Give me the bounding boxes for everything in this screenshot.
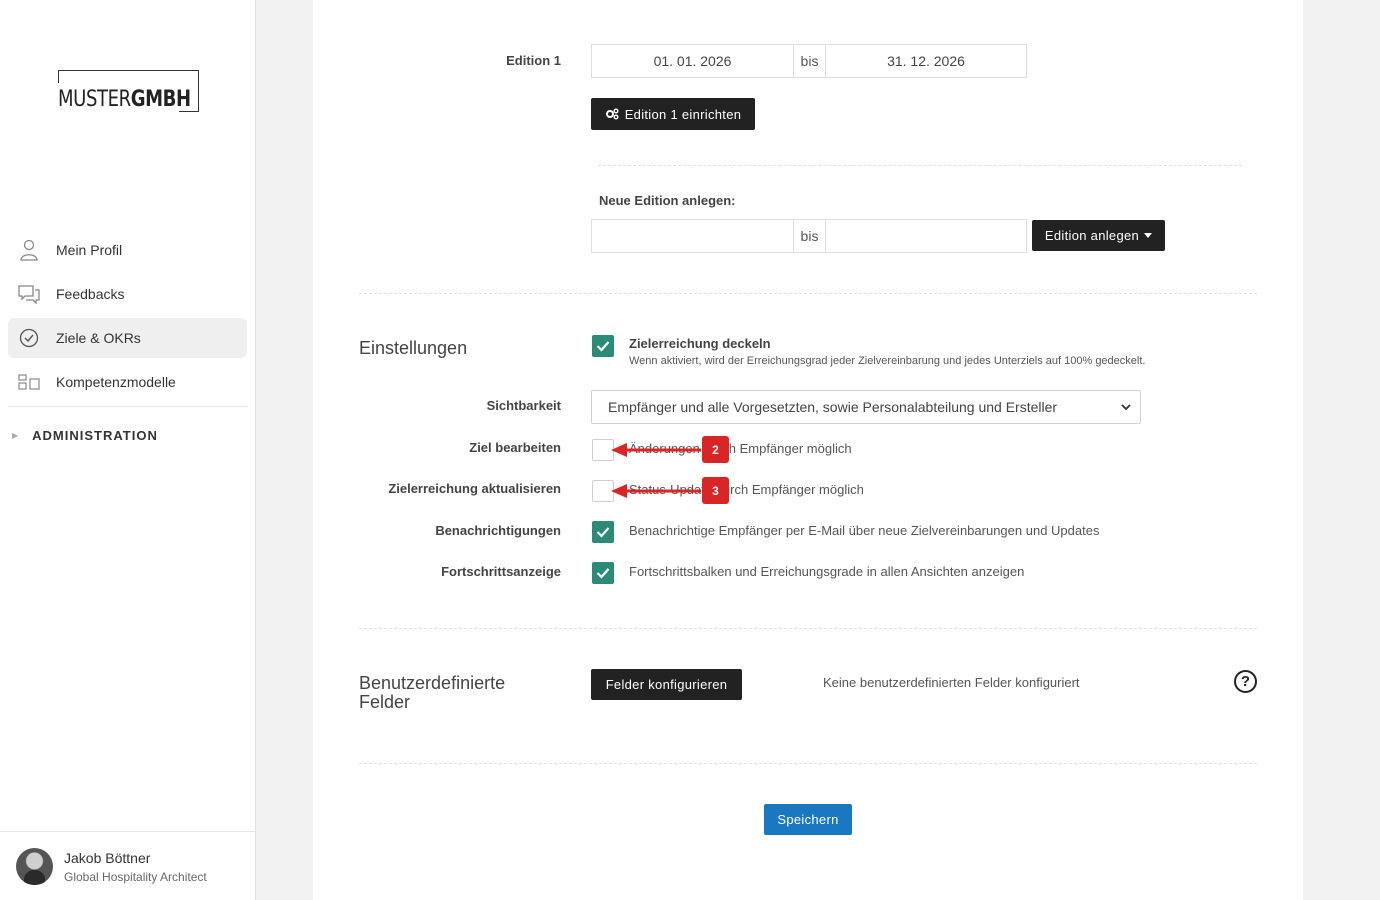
custom-fields-title-line2: Felder xyxy=(359,692,411,712)
cap-checkbox[interactable] xyxy=(592,335,614,357)
chat-bubbles-icon xyxy=(18,283,40,305)
new-edition-label: Neue Edition anlegen: xyxy=(599,193,736,208)
gears-icon xyxy=(605,108,619,120)
sidebar: MUSTERGMBH Mein Profil Feedbacks Ziele &… xyxy=(0,0,256,900)
sidebar-item-label: Mein Profil xyxy=(56,242,123,258)
progress-display-checkbox[interactable] xyxy=(592,562,614,584)
annotation-arrow-2 xyxy=(611,443,701,457)
sidebar-item-kompetenzmodelle[interactable]: Kompetenzmodelle xyxy=(8,362,247,402)
company-logo[interactable]: MUSTERGMBH xyxy=(58,70,200,112)
user-name: Jakob Böttner xyxy=(64,850,151,866)
notifications-checkbox[interactable] xyxy=(592,521,614,543)
new-edition-from-input[interactable] xyxy=(591,219,794,253)
divider xyxy=(359,293,1257,294)
sidebar-item-label: Kompetenzmodelle xyxy=(56,374,176,390)
caret-right-icon: ▶ xyxy=(12,431,19,440)
edition1-setup-label: Edition 1 einrichten xyxy=(624,106,742,122)
admin-label: ADMINISTRATION xyxy=(32,428,158,443)
caret-down-icon xyxy=(1144,233,1153,238)
sidebar-item-mein-profil[interactable]: Mein Profil xyxy=(8,230,247,270)
sidebar-divider xyxy=(8,406,247,407)
visibility-select[interactable]: Empfänger und alle Vorgesetzten, sowie P… xyxy=(591,390,1141,424)
models-icon xyxy=(18,371,40,393)
cap-description: Wenn aktiviert, wird der Erreichungsgrad… xyxy=(629,355,1146,367)
visibility-selected-value: Empfänger und alle Vorgesetzten, sowie P… xyxy=(608,399,1058,415)
divider xyxy=(359,628,1257,629)
create-edition-label: Edition anlegen xyxy=(1044,228,1140,243)
help-icon[interactable]: ? xyxy=(1234,670,1257,693)
custom-fields-title: Benutzerdefinierte Felder xyxy=(359,674,505,712)
edition1-to-input[interactable]: 31. 12. 2026 xyxy=(825,44,1027,78)
checkmark-icon xyxy=(596,341,610,352)
sidebar-item-label: Ziele & OKRs xyxy=(56,330,141,346)
edition1-setup-button[interactable]: Edition 1 einrichten xyxy=(591,98,755,130)
checkmark-icon xyxy=(596,527,610,538)
no-custom-fields-text: Keine benutzerdefinierten Felder konfigu… xyxy=(823,675,1080,690)
update-progress-label: Zielerreichung aktualisieren xyxy=(388,481,561,496)
sidebar-item-administration[interactable]: ▶ ADMINISTRATION xyxy=(12,428,158,443)
divider xyxy=(359,763,1257,764)
check-circle-icon xyxy=(18,327,40,349)
visibility-label: Sichtbarkeit xyxy=(486,398,561,413)
user-icon xyxy=(18,239,40,261)
sidebar-item-feedbacks[interactable]: Feedbacks xyxy=(8,274,247,314)
annotation-badge-3: 3 xyxy=(702,477,729,504)
annotation-arrow-3 xyxy=(611,484,701,498)
notifications-text: Benachrichtige Empfänger per E-Mail über… xyxy=(629,523,1100,538)
edit-goal-label: Ziel bearbeiten xyxy=(469,440,561,455)
divider xyxy=(598,165,1242,166)
edition1-label: Edition 1 xyxy=(506,53,561,68)
annotation-badge-2: 2 xyxy=(702,436,729,463)
settings-panel: Edition 1 01. 01. 2026 bis 31. 12. 2026 … xyxy=(313,0,1303,900)
avatar xyxy=(16,848,53,885)
logo-text-part1: MUSTER xyxy=(58,87,131,112)
custom-fields-title-line1: Benutzerdefinierte xyxy=(359,673,506,693)
new-edition-to-input[interactable] xyxy=(825,219,1027,253)
sidebar-nav: Mein Profil Feedbacks Ziele & OKRs Kompe… xyxy=(8,230,247,407)
configure-fields-button[interactable]: Felder konfigurieren xyxy=(591,669,742,700)
create-edition-button[interactable]: Edition anlegen xyxy=(1032,220,1165,251)
progress-display-text: Fortschrittsbalken und Erreichungsgrade … xyxy=(629,564,1025,579)
progress-display-label: Fortschrittsanzeige xyxy=(441,564,561,579)
cap-title: Zielerreichung deckeln xyxy=(629,336,771,351)
sidebar-item-label: Feedbacks xyxy=(56,286,125,302)
save-button[interactable]: Speichern xyxy=(764,804,852,835)
chevron-down-icon xyxy=(1120,400,1132,416)
user-role: Global Hospitality Architect xyxy=(64,870,207,884)
edition1-bis-label: bis xyxy=(794,44,825,78)
checkmark-icon xyxy=(596,568,610,579)
settings-title: Einstellungen xyxy=(359,338,468,358)
notifications-label: Benachrichtigungen xyxy=(435,523,561,538)
logo-text-part2: GMBH xyxy=(130,87,191,112)
sidebar-item-ziele-okrs[interactable]: Ziele & OKRs xyxy=(8,318,247,358)
new-edition-bis-label: bis xyxy=(794,219,825,253)
edition1-from-input[interactable]: 01. 01. 2026 xyxy=(591,44,794,78)
user-profile[interactable]: Jakob Böttner Global Hospitality Archite… xyxy=(0,831,255,900)
